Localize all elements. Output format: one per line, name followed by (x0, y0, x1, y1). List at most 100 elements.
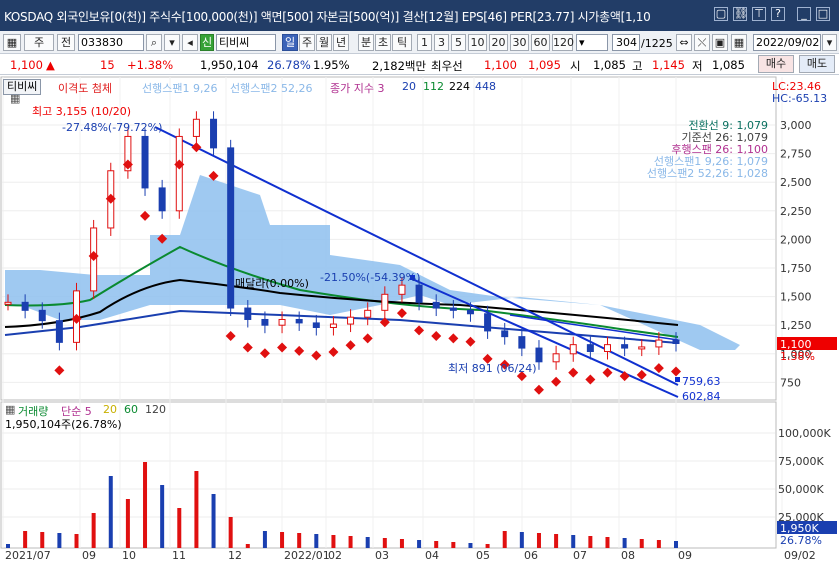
candle-body (55, 320, 63, 343)
panel-tab[interactable]: 티비씨 (3, 79, 42, 95)
pin-icon[interactable]: ⊤ (752, 7, 766, 21)
volume-bar (245, 544, 250, 548)
legend-7: 448 (475, 80, 496, 93)
num-120[interactable]: 120 (552, 34, 574, 51)
tab-tick[interactable]: 틱 (392, 34, 412, 51)
tab-second[interactable]: 초 (375, 34, 391, 51)
minimize-icon[interactable]: _ (797, 7, 811, 21)
num-20[interactable]: 20 (489, 34, 508, 51)
grid-icon[interactable]: ▦ (3, 34, 21, 51)
legend-5: 112 (423, 80, 444, 93)
price-tick: 1,750 (780, 262, 812, 275)
time-tick: 05 (476, 549, 490, 562)
ratio: 1.95% (313, 58, 350, 72)
candle-body (381, 293, 389, 311)
num-10[interactable]: 10 (468, 34, 487, 51)
price-tick: 2,000 (780, 233, 812, 246)
chevron-down-icon[interactable]: ▾ (164, 34, 180, 51)
link-icon[interactable]: ⛓ (733, 7, 748, 21)
zoom-icon[interactable]: ▣ (712, 34, 728, 51)
help-icon[interactable]: ? (771, 7, 785, 21)
candle-body (347, 316, 355, 325)
volume-bar (6, 544, 10, 548)
open: 1,085 (593, 58, 626, 72)
candle-body (398, 284, 406, 295)
settings-icon[interactable]: ▦ (10, 92, 20, 105)
search-icon[interactable]: ⌕ (146, 34, 162, 51)
chart-area[interactable]: 3,000 2,750 2,500 2,250 2,000 1,750 1,500 1,250… (0, 75, 839, 563)
sound-icon[interactable]: ◂ (182, 34, 198, 51)
amount: 2,182백만 (372, 59, 427, 73)
bid2: 1,095 (528, 58, 561, 72)
low-note: 최저 891 (06/24) (448, 362, 537, 375)
high-label: 고 (632, 59, 643, 73)
candle-body (312, 322, 320, 328)
tab-year[interactable]: 년 (333, 34, 349, 51)
volume-bar (365, 537, 370, 548)
buy-button[interactable]: 매수 (758, 55, 794, 73)
candle-body (175, 135, 183, 212)
open-label: 시 (570, 59, 581, 73)
market-select[interactable]: 주 (24, 34, 54, 51)
time-tick: 09 (82, 549, 96, 562)
volume-bar (468, 543, 473, 548)
num-60[interactable]: 60 (531, 34, 550, 51)
volume-tick: 75,000K (778, 455, 824, 468)
vol-legend-2: 60 (124, 403, 138, 416)
vol-legend-1: 20 (103, 403, 117, 416)
legend-3: 종가 지수 3 (330, 82, 385, 95)
up-arrow-icon: ▲ (46, 58, 55, 72)
price-tick: 2,750 (780, 148, 812, 161)
volume-bar (639, 539, 644, 548)
volume-bar (262, 531, 267, 548)
time-tick: 2022/01 (284, 549, 330, 562)
volume-settings-icon[interactable]: ▦ (5, 403, 15, 416)
volume-tick: 100,000K (778, 427, 831, 440)
trend-value2: 602,84 (682, 390, 721, 403)
candle-body (621, 344, 629, 349)
tab-week[interactable]: 주 (299, 34, 315, 51)
price: 1,100 (10, 58, 43, 72)
tab-day[interactable]: 일 (282, 34, 298, 51)
num-1[interactable]: 1 (417, 34, 432, 51)
change: 15 (100, 58, 115, 72)
num-30[interactable]: 30 (510, 34, 529, 51)
price-tick: 2,250 (780, 205, 812, 218)
volume-bar (656, 540, 661, 548)
volume-bar (314, 534, 319, 548)
volume-bar (280, 532, 285, 548)
time-tick: 09 (678, 549, 692, 562)
price-tick: 3,000 (780, 119, 812, 132)
candle-body (364, 309, 372, 318)
num-5[interactable]: 5 (451, 34, 466, 51)
tab-minute[interactable]: 분 (358, 34, 374, 51)
code-input[interactable]: 033830 (78, 34, 144, 51)
maximize-icon[interactable]: □ (816, 7, 830, 21)
window-menu-icon[interactable]: ▢ (714, 7, 728, 21)
tab-month[interactable]: 월 (316, 34, 332, 51)
sell-button[interactable]: 매도 (799, 55, 835, 73)
volume-axis: 100,000K75,000K50,000K25,000K (778, 427, 831, 524)
num-3[interactable]: 3 (434, 34, 449, 51)
price-tick: 1,500 (780, 291, 812, 304)
tool-icon[interactable]: ⇔ (676, 34, 692, 51)
range-input[interactable]: 304 (612, 34, 640, 51)
prev-button[interactable]: 전 (57, 34, 75, 51)
time-tick: 06 (524, 549, 538, 562)
cross-icon[interactable]: ⤬ (694, 34, 710, 51)
volume-bar (382, 538, 387, 548)
volume-bar (485, 544, 490, 548)
calendar-icon[interactable]: ▦ (731, 34, 747, 51)
volume-bar (605, 537, 610, 548)
chevron-select[interactable]: ▾ (576, 34, 608, 51)
candle-body (638, 346, 646, 350)
volume-bar (297, 533, 302, 548)
date-picker-icon[interactable]: ▾ (822, 34, 837, 51)
date-input[interactable]: 2022/09/02 (753, 34, 821, 51)
time-axis: 2021/07 09 10 11 12 2022/0102 03 04 05 06 07 08 09 09… (5, 549, 816, 562)
volume-bar (588, 536, 593, 548)
volume-bar (57, 533, 62, 548)
candle-body (672, 339, 680, 345)
volume-bar (331, 535, 336, 548)
volume-bar (194, 471, 199, 548)
